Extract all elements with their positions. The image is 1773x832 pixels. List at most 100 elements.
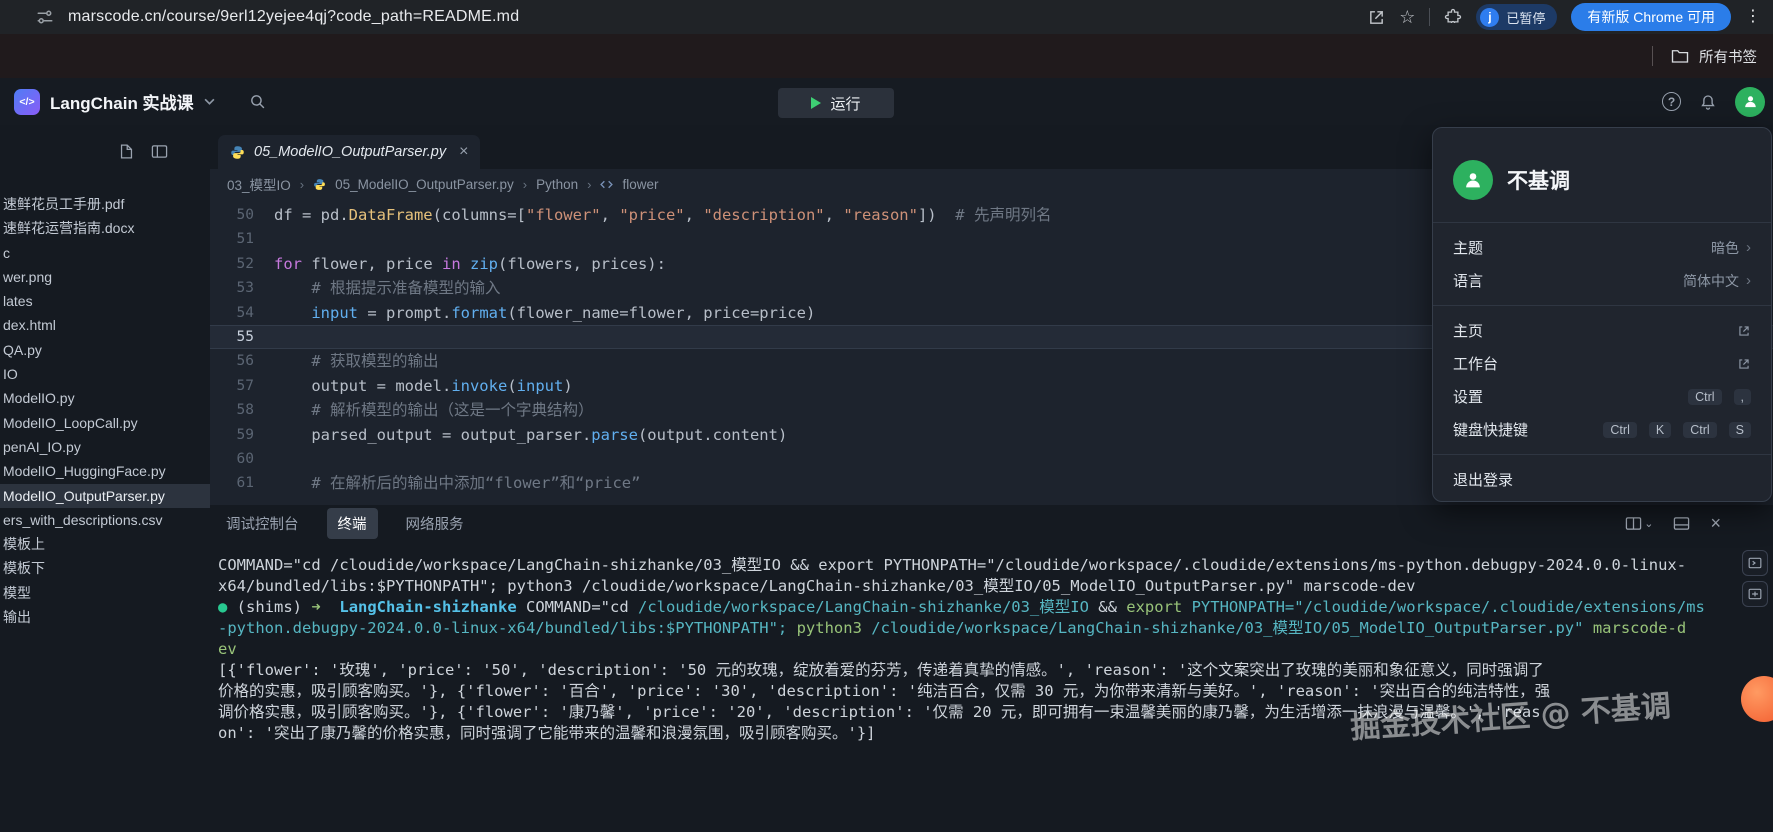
line-number: 57 [214, 374, 254, 398]
run-button[interactable]: 运行 [778, 88, 894, 118]
menu-item-workbench[interactable]: 工作台 [1433, 347, 1771, 380]
line-number: 51 [214, 227, 254, 251]
file-item[interactable]: 模板下 [0, 556, 210, 580]
open-editors-panel-icon[interactable] [151, 143, 168, 160]
code-text: # 根据提示准备模型的输入 [274, 276, 501, 300]
python-file-icon [230, 145, 245, 160]
menu-item-logout[interactable]: 退出登录 [1433, 463, 1771, 496]
key-badge: S [1729, 422, 1751, 438]
key-badge: K [1649, 422, 1671, 438]
maximize-panel-icon[interactable] [1673, 516, 1690, 531]
all-bookmarks-label[interactable]: 所有书签 [1699, 46, 1757, 67]
notifications-bell-icon[interactable] [1699, 93, 1717, 111]
split-terminal-icon[interactable]: ⌄ [1625, 516, 1653, 531]
help-icon[interactable]: ? [1662, 92, 1681, 111]
line-number: 54 [214, 301, 254, 325]
panel-tab-bar: 调试控制台 终端 网络服务 [210, 505, 1773, 542]
site-settings-icon[interactable] [36, 8, 54, 26]
line-number: 52 [214, 252, 254, 276]
file-item[interactable]: wer.png [0, 265, 210, 289]
new-file-icon[interactable] [118, 143, 135, 160]
file-item[interactable]: QA.py [0, 338, 210, 362]
line-number: 59 [214, 423, 254, 447]
line-number: 53 [214, 276, 254, 300]
extensions-puzzle-icon[interactable] [1444, 8, 1462, 26]
bookmarks-folder-icon[interactable] [1671, 48, 1689, 64]
tab-network-service[interactable]: 网络服务 [406, 513, 464, 534]
divider [1652, 46, 1653, 66]
file-item[interactable]: 模型 [0, 581, 210, 605]
file-item[interactable]: 输出 [0, 605, 210, 629]
breadcrumb-separator: › [523, 177, 527, 192]
screen: marscode.cn/course/9erl12yejee4qj?code_p… [0, 0, 1773, 832]
menu-item-shortcuts[interactable]: 键盘快捷键 CtrlKCtrlS [1433, 413, 1771, 446]
file-item[interactable]: penAI_IO.py [0, 435, 210, 459]
terminal-line: on': '突出了康乃馨的价格实惠，同时强调了它能带来的温馨和浪漫氛围，吸引顾客… [218, 723, 1769, 744]
external-link-icon [1737, 324, 1751, 338]
key-badge: , [1734, 389, 1751, 405]
file-item[interactable]: dex.html [0, 313, 210, 337]
tab-debug-console[interactable]: 调试控制台 [226, 513, 299, 534]
file-item[interactable]: ModelIO_LoopCall.py [0, 411, 210, 435]
code-text: # 在解析后的输出中添加“flower”和“price” [274, 471, 640, 495]
paused-extension-badge[interactable]: j 已暂停 [1476, 4, 1557, 30]
bookmarks-bar: 所有书签 [0, 34, 1773, 78]
terminal-side-button-top[interactable] [1742, 550, 1768, 576]
terminal-side-button-bottom[interactable] [1742, 581, 1768, 607]
code-text: for flower, price in zip(flowers, prices… [274, 252, 666, 276]
file-explorer-sidebar: 速鲜花员工手册.pdf速鲜花运营指南.docxcwer.pnglatesdex.… [0, 125, 210, 832]
terminal-line: [{'flower': '玫瑰', 'price': '50', 'descri… [218, 660, 1769, 681]
divider [1429, 8, 1430, 26]
tab-terminal[interactable]: 终端 [327, 508, 378, 539]
file-item[interactable]: lates [0, 289, 210, 313]
menu-item-language[interactable]: 语言 简体中文› [1433, 264, 1771, 297]
code-text: output = model.invoke(input) [274, 374, 573, 398]
code-text: df = pd.DataFrame(columns=["flower", "pr… [274, 203, 1051, 227]
terminal-line: ev [218, 639, 1769, 660]
file-item[interactable]: ModelIO.py [0, 386, 210, 410]
breadcrumb-folder[interactable]: 03_模型IO [227, 174, 291, 194]
terminal-output[interactable]: COMMAND="cd /cloudide/workspace/LangChai… [210, 542, 1773, 832]
chrome-update-button[interactable]: 有新版 Chrome 可用 [1571, 3, 1731, 31]
bookmark-star-icon[interactable]: ☆ [1399, 8, 1415, 26]
menu-item-settings[interactable]: 设置 Ctrl, [1433, 380, 1771, 413]
file-item[interactable]: 速鲜花运营指南.docx [0, 216, 210, 240]
file-item[interactable]: ModelIO_HuggingFace.py [0, 459, 210, 483]
breadcrumb-symbol[interactable]: flower [622, 177, 658, 192]
user-avatar[interactable] [1735, 87, 1765, 117]
chevron-down-icon[interactable] [204, 98, 215, 105]
code-text: # 获取模型的输出 [274, 349, 439, 373]
file-list: 速鲜花员工手册.pdf速鲜花运营指南.docxcwer.pnglatesdex.… [0, 192, 210, 629]
key-badge: Ctrl [1683, 422, 1716, 438]
file-item[interactable]: c [0, 241, 210, 265]
play-icon [811, 97, 821, 109]
chevron-right-icon: › [1746, 239, 1751, 256]
open-in-new-icon[interactable] [1368, 9, 1385, 26]
terminal-line: x64/bundled/libs:$PYTHONPATH"; python3 /… [218, 576, 1769, 597]
file-item[interactable]: 速鲜花员工手册.pdf [0, 192, 210, 216]
file-item[interactable]: IO [0, 362, 210, 386]
line-number: 58 [214, 398, 254, 422]
terminal-line: 价格的实惠，吸引顾客购买。'}, {'flower': '百合', 'price… [218, 681, 1769, 702]
user-menu-panel: 不基调 主题 暗色› 语言 简体中文› 主页 工作台 [1432, 127, 1772, 502]
close-panel-icon[interactable]: × [1710, 514, 1721, 532]
file-item[interactable]: 模板上 [0, 532, 210, 556]
file-item[interactable]: ers_with_descriptions.csv [0, 508, 210, 532]
file-item[interactable]: ModelIO_OutputParser.py [0, 484, 210, 508]
code-text: input = prompt.format(flower_name=flower… [274, 301, 815, 325]
breadcrumb-language[interactable]: Python [536, 177, 578, 192]
breadcrumb-separator: › [300, 177, 304, 192]
line-number: 61 [214, 471, 254, 495]
key-badge: Ctrl [1688, 389, 1721, 405]
code-text: parsed_output = output_parser.parse(outp… [274, 423, 787, 447]
search-icon[interactable] [249, 93, 266, 110]
browser-topbar: marscode.cn/course/9erl12yejee4qj?code_p… [0, 0, 1773, 34]
breadcrumb-file[interactable]: 05_ModelIO_OutputParser.py [335, 177, 514, 192]
menu-item-theme[interactable]: 主题 暗色› [1433, 231, 1771, 264]
menu-item-home[interactable]: 主页 [1433, 314, 1771, 347]
editor-tab[interactable]: 05_ModelIO_OutputParser.py × [218, 135, 480, 169]
browser-menu-icon[interactable]: ⋮ [1745, 9, 1761, 25]
course-title: LangChain 实战课 [50, 89, 194, 114]
tab-close-icon[interactable]: × [459, 144, 468, 160]
url-bar[interactable]: marscode.cn/course/9erl12yejee4qj?code_p… [68, 8, 519, 26]
